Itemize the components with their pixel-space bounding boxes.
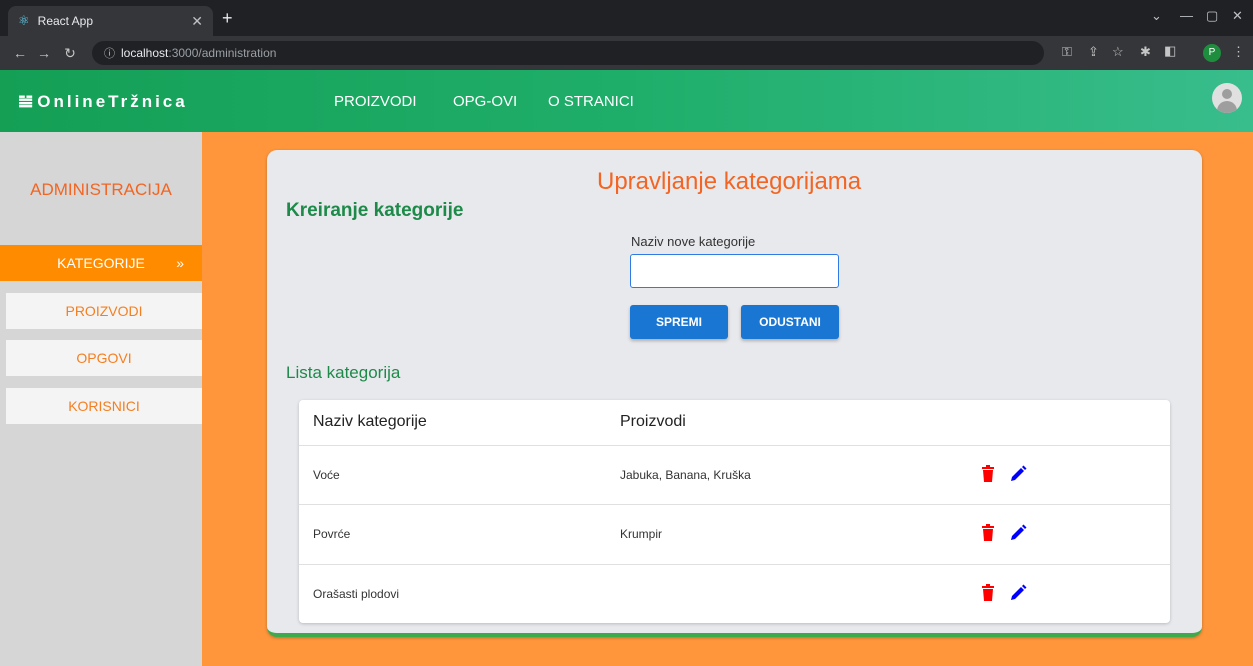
category-name-input[interactable] [630,254,839,288]
browser-tab-bar: ⚛ React App ✕ + ⌄ — ▢ ✕ [0,0,1253,36]
profile-icon[interactable]: P [1203,44,1221,62]
avatar[interactable] [1212,83,1242,113]
sidebar-item-label: KATEGORIJE [57,255,145,271]
reload-icon[interactable]: ↻ [58,45,82,62]
info-icon[interactable]: ⓘ [104,45,115,61]
extensions-icon[interactable]: ✱ [1140,44,1151,60]
logo-text: OnlineTržnica [37,92,188,111]
sidebar-item-opgovi[interactable]: OPGOVI [6,340,202,376]
category-products: Jabuka, Banana, Kruška [620,468,751,482]
column-header-products: Proizvodi [620,413,686,430]
close-icon[interactable]: ✕ [191,13,203,30]
minimize-icon[interactable]: — [1180,8,1193,23]
leaf-icon: 𝌡 [18,92,34,111]
pencil-icon[interactable] [1008,523,1028,543]
table-row: Povrće Krumpir [299,504,1170,563]
key-icon[interactable]: ⚿ [1062,44,1072,60]
category-name: Voće [313,468,340,482]
nav-o-stranici[interactable]: O STRANICI [548,93,634,110]
nav-proizvodi[interactable]: PROIZVODI [334,93,417,110]
category-name: Orašasti plodovi [313,587,400,601]
user-icon [1222,89,1232,99]
chevron-right-icon: » [176,255,184,271]
sidebar-item-label: KORISNICI [68,398,140,414]
pencil-icon[interactable] [1008,583,1028,603]
table-row: Orašasti plodovi [299,564,1170,623]
table-row: Voće Jabuka, Banana, Kruška [299,445,1170,504]
back-icon[interactable]: ← [8,45,32,61]
categories-table: Naziv kategorije Proizvodi Voće Jabuka, … [299,400,1170,623]
sidebar-item-label: OPGOVI [76,350,132,366]
maximize-icon[interactable]: ▢ [1206,8,1218,24]
star-icon[interactable]: ☆ [1112,44,1124,60]
cancel-button[interactable]: ODUSTANI [741,305,839,339]
category-name: Povrće [313,527,351,541]
pencil-icon[interactable] [1008,464,1028,484]
sidebar-item-korisnici[interactable]: KORISNICI [6,388,202,424]
url-host: localhost [121,46,169,60]
window-close-icon[interactable]: ✕ [1232,8,1243,24]
page-title: Upravljanje kategorijama [597,168,862,195]
browser-tab[interactable]: ⚛ React App ✕ [8,6,213,36]
new-tab-icon[interactable]: + [222,8,233,29]
react-icon: ⚛ [18,13,30,28]
chevron-down-icon[interactable]: ⌄ [1151,8,1162,24]
sidebar-item-label: PROIZVODI [65,303,143,319]
sidebar-item-kategorije[interactable]: KATEGORIJE » [0,245,202,281]
trash-icon[interactable] [978,523,998,543]
create-heading: Kreiranje kategorije [286,200,464,221]
category-name-label: Naziv nove kategorije [631,234,756,249]
sidebar-title: ADMINISTRACIJA [30,180,172,199]
nav-opg-ovi[interactable]: OPG-OVI [453,93,517,110]
save-button[interactable]: SPREMI [630,305,728,339]
share-icon[interactable]: ⇪ [1088,44,1099,60]
category-products: Krumpir [620,527,663,541]
url-field[interactable]: ⓘ localhost:3000/administration [92,41,1044,65]
side-panel-icon[interactable]: ◧ [1164,43,1176,59]
app-header: 𝌡 OnlineTržnica PROIZVODI OPG-OVI O STRAN… [0,70,1253,132]
column-header-name: Naziv kategorije [313,413,427,430]
trash-icon[interactable] [978,464,998,484]
menu-icon[interactable]: ⋮ [1232,44,1245,60]
user-icon-body [1217,101,1237,113]
logo[interactable]: 𝌡 OnlineTržnica [18,92,188,112]
tab-title: React App [37,14,94,28]
list-heading: Lista kategorija [286,363,401,382]
sidebar-item-proizvodi[interactable]: PROIZVODI [6,293,202,329]
trash-icon[interactable] [978,583,998,603]
forward-icon[interactable]: → [32,45,56,61]
url-path: :3000/administration [168,46,277,60]
